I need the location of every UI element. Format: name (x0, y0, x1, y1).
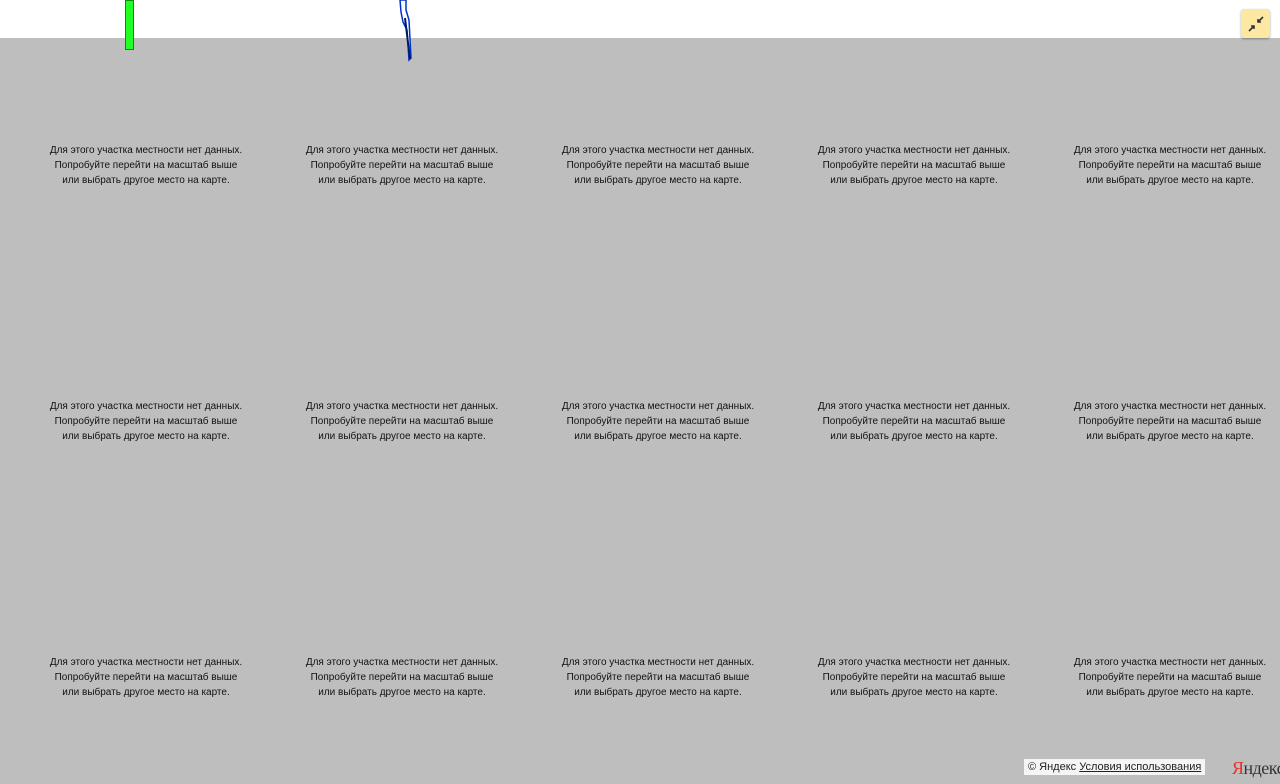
empty-tile-line: или выбрать другое место на карте. (574, 687, 742, 698)
empty-tile-line: Для этого участка местности нет данных. (305, 657, 499, 668)
empty-tile-line: Попробуйте перейти на масштаб выше (566, 160, 750, 171)
empty-tile-line: Попробуйте перейти на масштаб выше (822, 416, 1006, 427)
empty-tile-line: Для этого участка местности нет данных. (817, 657, 1011, 668)
empty-tile-line: или выбрать другое место на карте. (318, 431, 486, 442)
empty-tile-line: Попробуйте перейти на масштаб выше (54, 416, 238, 427)
empty-tile-line: или выбрать другое место на карте. (830, 687, 998, 698)
empty-tile-message: Для этого участка местности нет данных. П… (1042, 399, 1280, 444)
empty-tile-line: Попробуйте перейти на масштаб выше (310, 416, 494, 427)
empty-tile-line: Попробуйте перейти на масштаб выше (1078, 160, 1262, 171)
empty-tile-line: или выбрать другое место на карте. (318, 175, 486, 186)
empty-tile-line: или выбрать другое место на карте. (62, 431, 230, 442)
empty-tile-line: или выбрать другое место на карте. (1086, 687, 1254, 698)
empty-tile-line: Попробуйте перейти на масштаб выше (822, 160, 1006, 171)
empty-tile-line: Для этого участка местности нет данных. (561, 657, 755, 668)
logo-rest: ндекс (1243, 758, 1280, 778)
top-bar (0, 0, 1280, 38)
map-attribution: © Яндекс Условия использования (1024, 759, 1206, 775)
empty-tile-line: Попробуйте перейти на масштаб выше (310, 672, 494, 683)
empty-tile-message: Для этого участка местности нет данных. П… (786, 143, 1042, 188)
empty-tile-message: Для этого участка местности нет данных. П… (1042, 143, 1280, 188)
empty-tile-line: Попробуйте перейти на масштаб выше (566, 416, 750, 427)
empty-tile-line: Попробуйте перейти на масштаб выше (54, 672, 238, 683)
empty-tile-line: или выбрать другое место на карте. (574, 175, 742, 186)
empty-tile-line: Для этого участка местности нет данных. (1073, 657, 1267, 668)
empty-tile-message: Для этого участка местности нет данных. П… (1042, 655, 1280, 700)
empty-tile-line: или выбрать другое место на карте. (62, 687, 230, 698)
empty-tile-line: Для этого участка местности нет данных. (817, 145, 1011, 156)
empty-tile-line: Попробуйте перейти на масштаб выше (54, 160, 238, 171)
map-page: © Яндекс Условия использования Яндекс Дл… (0, 0, 1280, 784)
empty-tile-message: Для этого участка местности нет данных. П… (274, 143, 530, 188)
empty-tile-line: Попробуйте перейти на масштаб выше (822, 672, 1006, 683)
empty-tile-line: или выбрать другое место на карте. (318, 687, 486, 698)
empty-tile-line: Для этого участка местности нет данных. (49, 145, 243, 156)
empty-tile-message: Для этого участка местности нет данных. П… (18, 655, 274, 700)
empty-tile-message: Для этого участка местности нет данных. П… (530, 143, 786, 188)
empty-tile-line: Попробуйте перейти на масштаб выше (566, 672, 750, 683)
green-marker[interactable] (125, 0, 134, 50)
empty-tile-line: Для этого участка местности нет данных. (49, 401, 243, 412)
empty-tile-message: Для этого участка местности нет данных. П… (530, 655, 786, 700)
empty-tile-line: Для этого участка местности нет данных. (1073, 145, 1267, 156)
empty-tile-message: Для этого участка местности нет данных. П… (530, 399, 786, 444)
empty-tile-line: или выбрать другое место на карте. (830, 175, 998, 186)
empty-tile-line: или выбрать другое место на карте. (830, 431, 998, 442)
empty-tile-message: Для этого участка местности нет данных. П… (786, 399, 1042, 444)
empty-tile-line: Для этого участка местности нет данных. (817, 401, 1011, 412)
empty-tile-line: Попробуйте перейти на масштаб выше (310, 160, 494, 171)
empty-tile-line: Для этого участка местности нет данных. (1073, 401, 1267, 412)
empty-tile-line: или выбрать другое место на карте. (1086, 175, 1254, 186)
copyright-text: © Яндекс (1028, 761, 1077, 773)
collapse-arrows-icon (1247, 15, 1264, 32)
empty-tile-message: Для этого участка местности нет данных. П… (18, 399, 274, 444)
empty-tile-message: Для этого участка местности нет данных. П… (786, 655, 1042, 700)
yandex-logo[interactable]: Яндекс (1232, 757, 1280, 779)
empty-tile-message: Для этого участка местности нет данных. П… (274, 655, 530, 700)
empty-tile-line: или выбрать другое место на карте. (62, 175, 230, 186)
empty-tile-line: или выбрать другое место на карте. (574, 431, 742, 442)
empty-tile-line: Для этого участка местности нет данных. (305, 145, 499, 156)
logo-first-letter: Я (1232, 758, 1244, 778)
empty-tile-line: Для этого участка местности нет данных. (49, 657, 243, 668)
empty-tile-line: Для этого участка местности нет данных. (305, 401, 499, 412)
empty-tile-message: Для этого участка местности нет данных. П… (18, 143, 274, 188)
empty-tile-line: Попробуйте перейти на масштаб выше (1078, 416, 1262, 427)
empty-tile-line: Для этого участка местности нет данных. (561, 401, 755, 412)
empty-tile-line: или выбрать другое место на карте. (1086, 431, 1254, 442)
fullscreen-exit-button[interactable] (1241, 9, 1270, 38)
empty-tile-line: Для этого участка местности нет данных. (561, 145, 755, 156)
empty-tile-line: Попробуйте перейти на масштаб выше (1078, 672, 1262, 683)
empty-tile-message: Для этого участка местности нет данных. П… (274, 399, 530, 444)
blue-pointer-marker[interactable] (396, 0, 416, 62)
terms-of-use-link[interactable]: Условия использования (1079, 761, 1201, 773)
